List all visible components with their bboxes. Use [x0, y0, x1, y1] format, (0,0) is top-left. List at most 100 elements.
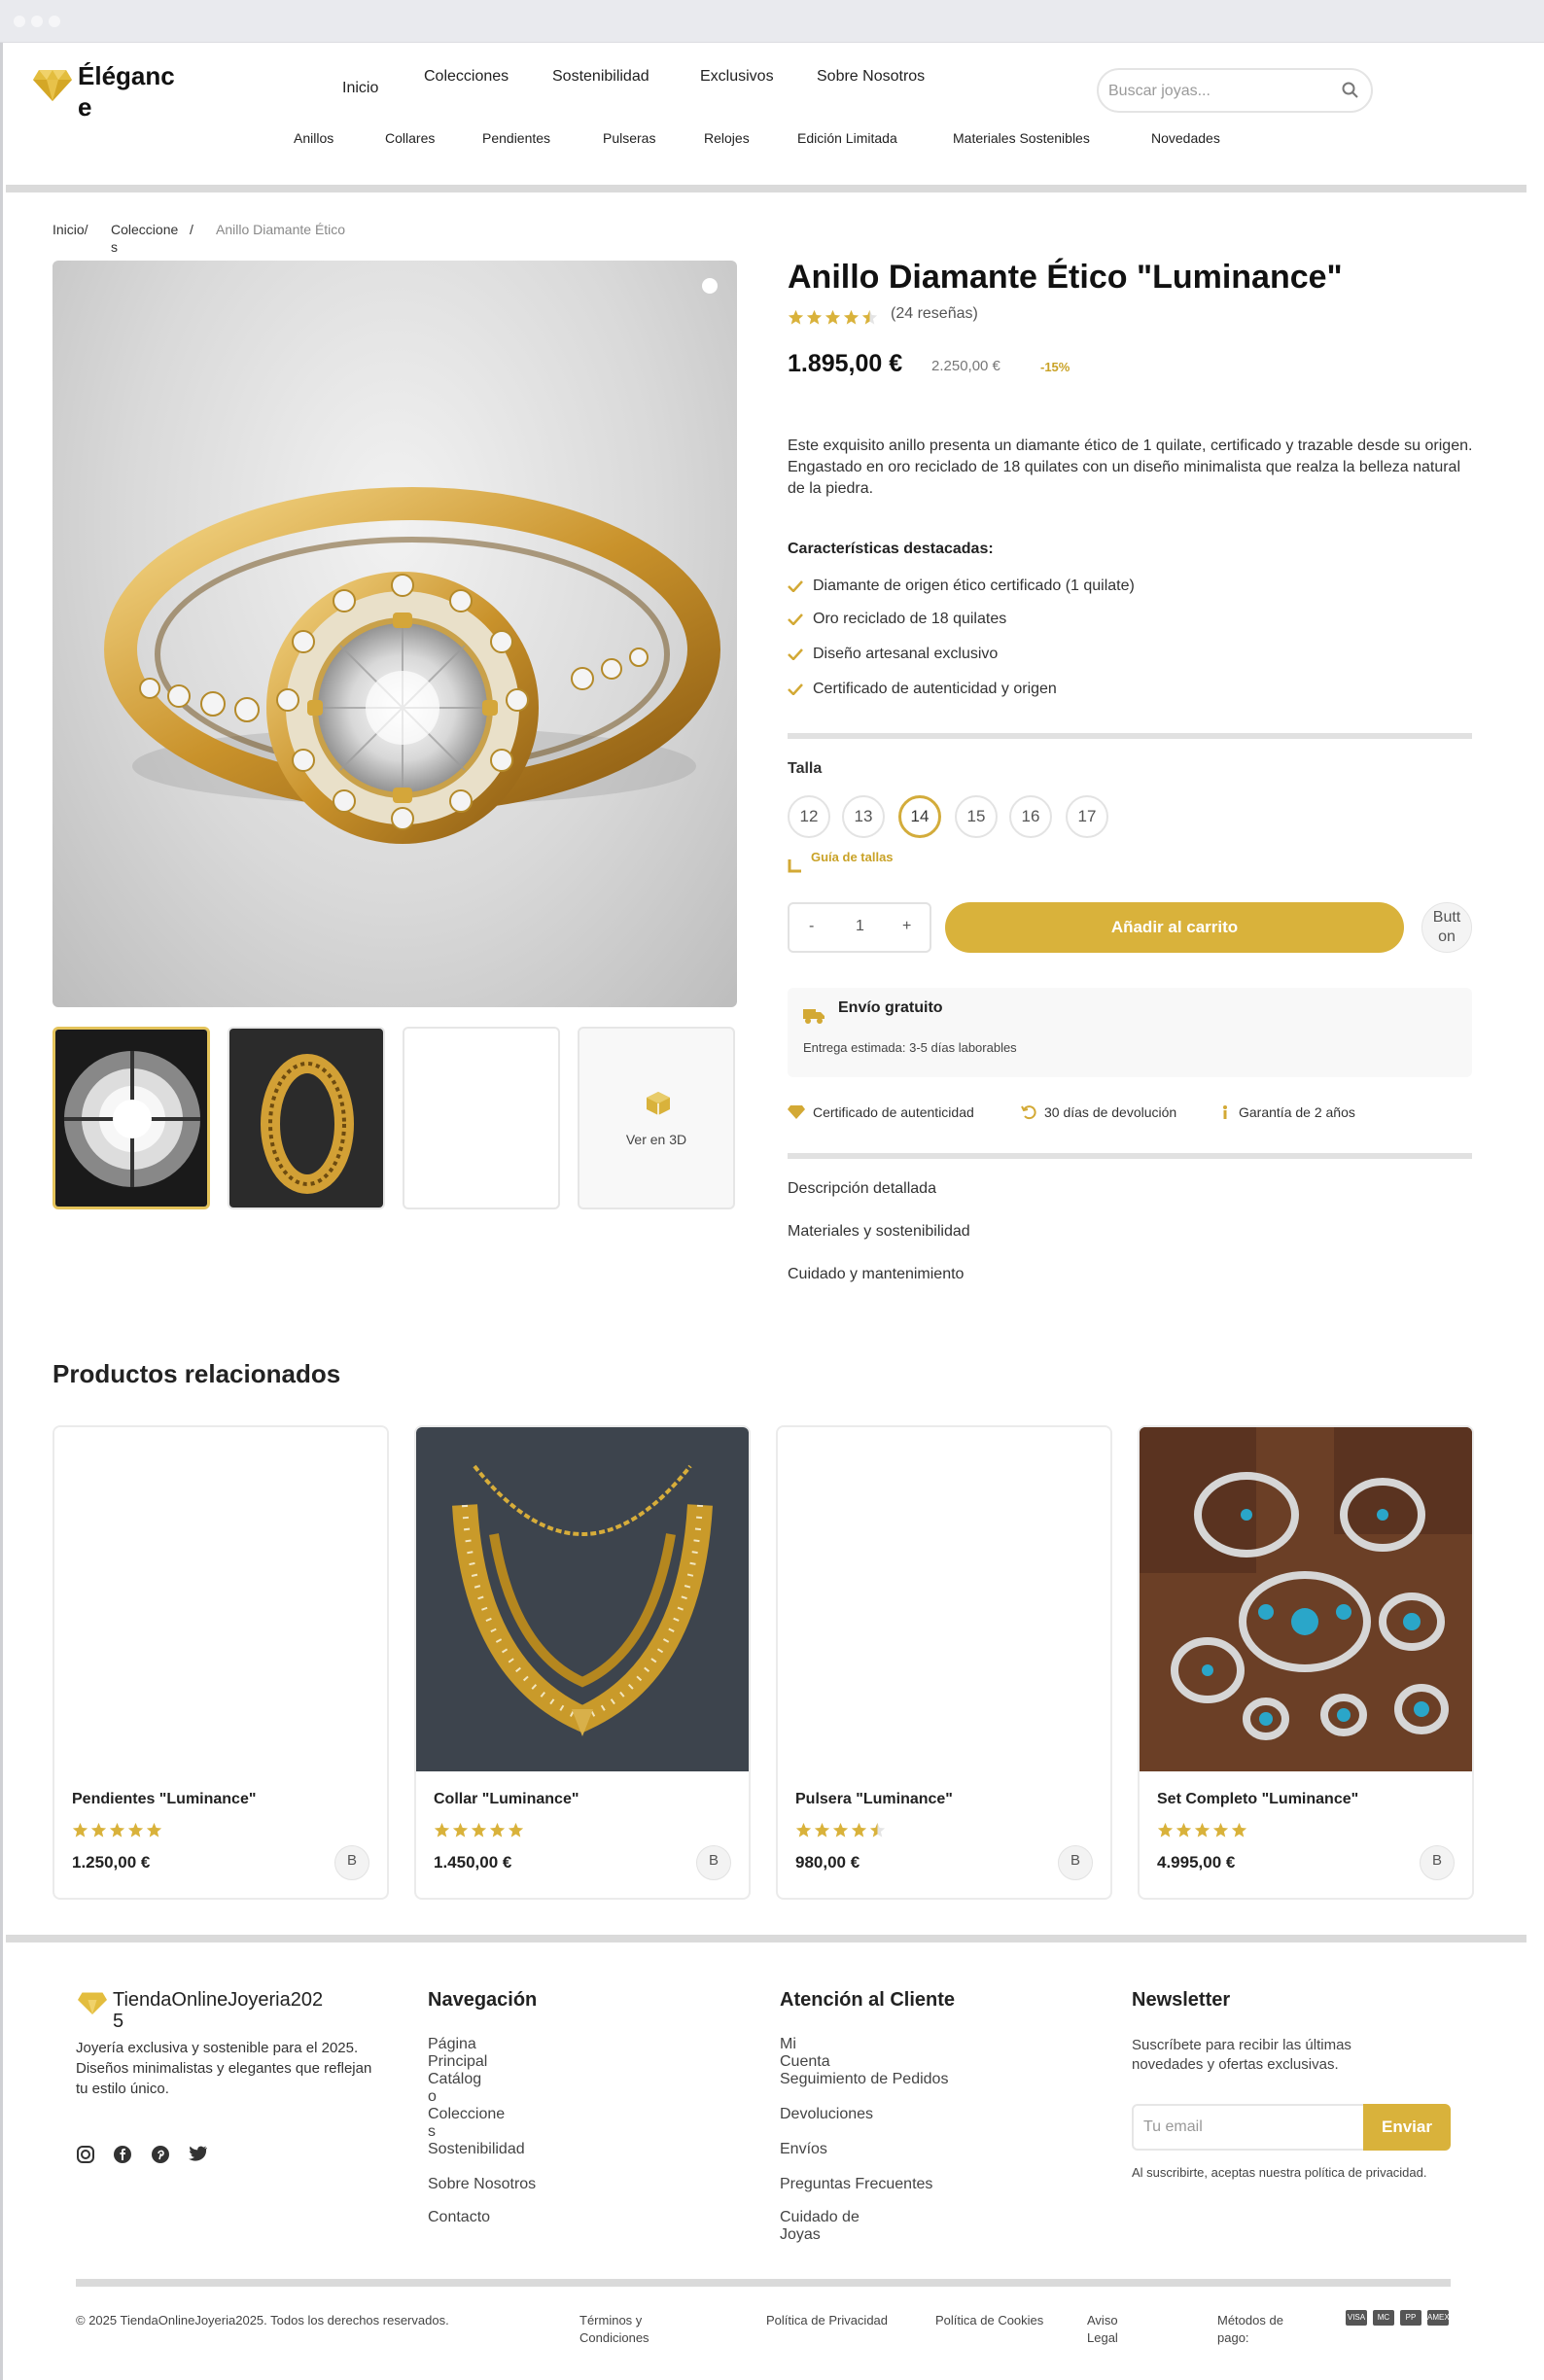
search-box[interactable]: Buscar joyas... [1097, 68, 1373, 113]
product-card-image[interactable] [54, 1427, 387, 1771]
product-card-name[interactable]: Collar "Luminance" [434, 1791, 579, 1808]
category-item[interactable]: Edición Limitada [797, 130, 897, 146]
diamond-logo-icon[interactable] [33, 68, 72, 107]
nav-item-inicio[interactable]: Inicio [342, 80, 378, 97]
breadcrumb-home[interactable]: Inicio/ [53, 222, 88, 237]
footer-link-line: Joyas [780, 2226, 821, 2243]
search-input[interactable]: Buscar joyas... [1108, 83, 1211, 100]
category-item[interactable]: Pendientes [482, 130, 550, 146]
category-item[interactable]: Novedades [1151, 130, 1220, 146]
size-guide-link[interactable]: Guía de tallas [811, 850, 894, 864]
brand-logo[interactable]: Éléganc e [78, 60, 175, 122]
star-icon [1212, 1822, 1229, 1838]
footer-link-line: Aviso [1087, 2313, 1118, 2328]
newsletter-email-field[interactable]: Tu email [1132, 2104, 1365, 2151]
footer-link-legal[interactable]: Aviso Legal [1087, 2312, 1118, 2347]
product-card-button[interactable]: B [1420, 1845, 1455, 1880]
size-option-selected[interactable]: 14 [898, 795, 941, 838]
footer-link-contact[interactable]: Contacto [428, 2209, 490, 2226]
newsletter-submit-button[interactable]: Enviar [1363, 2104, 1451, 2151]
nav-item-exclusivos[interactable]: Exclusivos [700, 68, 774, 86]
check-icon [788, 580, 803, 592]
category-item[interactable]: Anillos [294, 130, 333, 146]
accordion-description[interactable]: Descripción detallada [788, 1180, 936, 1198]
favorite-dot-icon[interactable] [702, 278, 718, 294]
product-title: Anillo Diamante Ético "Luminance" [788, 259, 1343, 296]
product-card-image[interactable] [778, 1427, 1110, 1771]
nav-item-colecciones[interactable]: Colecciones [424, 68, 509, 86]
quantity-stepper: - 1 + [788, 902, 931, 953]
product-price: 1.895,00 € [788, 350, 903, 377]
nav-item-sobre-nosotros[interactable]: Sobre Nosotros [817, 68, 925, 86]
add-to-cart-button[interactable]: Añadir al carrito [945, 902, 1404, 953]
product-card-name[interactable]: Set Completo "Luminance" [1157, 1791, 1358, 1808]
product-card-button[interactable]: B [334, 1845, 369, 1880]
thumbnail-1[interactable] [53, 1027, 210, 1209]
footer-link-shipping[interactable]: Envíos [780, 2141, 827, 2158]
product-card-image[interactable] [416, 1427, 749, 1771]
star-icon [788, 309, 804, 325]
facebook-icon[interactable] [113, 2145, 134, 2166]
review-count[interactable]: (24 reseñas) [891, 305, 978, 323]
footer-link-account[interactable]: Mi Cuenta [780, 2036, 830, 2071]
qty-minus-button[interactable]: - [809, 918, 814, 935]
category-item[interactable]: Pulseras [603, 130, 655, 146]
footer-link-collections[interactable]: Coleccione s [428, 2106, 505, 2141]
footer-divider [6, 1935, 1526, 1942]
footer-link-home[interactable]: Página Principal [428, 2036, 487, 2071]
size-option[interactable]: 12 [788, 795, 830, 838]
window-titlebar [0, 0, 1544, 43]
instagram-icon[interactable] [76, 2145, 97, 2166]
category-item[interactable]: Collares [385, 130, 435, 146]
search-icon[interactable] [1342, 82, 1359, 99]
breadcrumb-collections[interactable]: Coleccione [111, 222, 178, 237]
product-card-button[interactable]: B [696, 1845, 731, 1880]
product-card-button[interactable]: B [1058, 1845, 1093, 1880]
product-main-image[interactable] [53, 261, 737, 1007]
footer-link-returns[interactable]: Devoluciones [780, 2106, 873, 2123]
view-3d-button[interactable]: Ver en 3D [578, 1027, 735, 1209]
product-card-name[interactable]: Pendientes "Luminance" [72, 1791, 256, 1808]
product-card[interactable]: Collar "Luminance" 1.450,00 € B [414, 1425, 751, 1900]
star-icon [72, 1822, 88, 1838]
product-card[interactable]: Set Completo "Luminance" 4.995,00 € B [1138, 1425, 1474, 1900]
qty-plus-button[interactable]: + [902, 918, 911, 935]
footer-link-line: Cuidado de [780, 2209, 860, 2225]
accordion-materials[interactable]: Materiales y sostenibilidad [788, 1223, 970, 1241]
footer-link-faq[interactable]: Preguntas Frecuentes [780, 2176, 932, 2193]
footer-link-cookies[interactable]: Política de Cookies [935, 2312, 1043, 2329]
copyright: © 2025 TiendaOnlineJoyeria2025. Todos lo… [76, 2313, 449, 2328]
footer-text-line: Métodos de [1217, 2313, 1283, 2328]
qty-input[interactable]: 1 [856, 918, 864, 935]
thumbnail-3[interactable] [403, 1027, 560, 1209]
feature-label: Diseño artesanal exclusivo [813, 646, 999, 662]
footer-link-terms[interactable]: Términos y Condiciones [579, 2312, 649, 2347]
twitter-icon[interactable] [189, 2145, 210, 2166]
size-option[interactable]: 13 [842, 795, 885, 838]
size-option[interactable]: 15 [955, 795, 998, 838]
category-item[interactable]: Materiales Sostenibles [953, 130, 1090, 146]
size-option[interactable]: 16 [1009, 795, 1052, 838]
size-option[interactable]: 17 [1066, 795, 1108, 838]
pinterest-icon[interactable] [151, 2145, 172, 2166]
accordion-care[interactable]: Cuidado y mantenimiento [788, 1266, 964, 1283]
product-card-name[interactable]: Pulsera "Luminance" [795, 1791, 953, 1808]
footer-link-about[interactable]: Sobre Nosotros [428, 2176, 536, 2193]
category-item[interactable]: Relojes [704, 130, 750, 146]
footer-link-sustainability[interactable]: Sostenibilidad [428, 2141, 525, 2158]
product-card[interactable]: Pulsera "Luminance" 980,00 € B [776, 1425, 1112, 1900]
product-card-image[interactable] [1140, 1427, 1472, 1771]
wishlist-button[interactable]: Butt on [1421, 902, 1472, 953]
footer-nav-title: Navegación [428, 1989, 538, 2011]
footer-link-privacy[interactable]: Política de Privacidad [766, 2312, 888, 2329]
feature-item: Diamante de origen ético certificado (1 … [788, 578, 1135, 595]
footer-link-tracking[interactable]: Seguimiento de Pedidos [780, 2071, 948, 2088]
thumbnail-2[interactable] [228, 1027, 385, 1209]
nav-item-sostenibilidad[interactable]: Sostenibilidad [552, 68, 649, 86]
product-card[interactable]: Pendientes "Luminance" 1.250,00 € B [53, 1425, 389, 1900]
guarantee-label: Certificado de autenticidad [813, 1104, 974, 1120]
truck-icon [803, 1007, 825, 1025]
breadcrumb-collections-wrap[interactable]: s [111, 239, 118, 255]
footer-link-jewelry-care[interactable]: Cuidado de Joyas [780, 2209, 860, 2244]
footer-link-catalog[interactable]: Catálog o [428, 2071, 481, 2106]
